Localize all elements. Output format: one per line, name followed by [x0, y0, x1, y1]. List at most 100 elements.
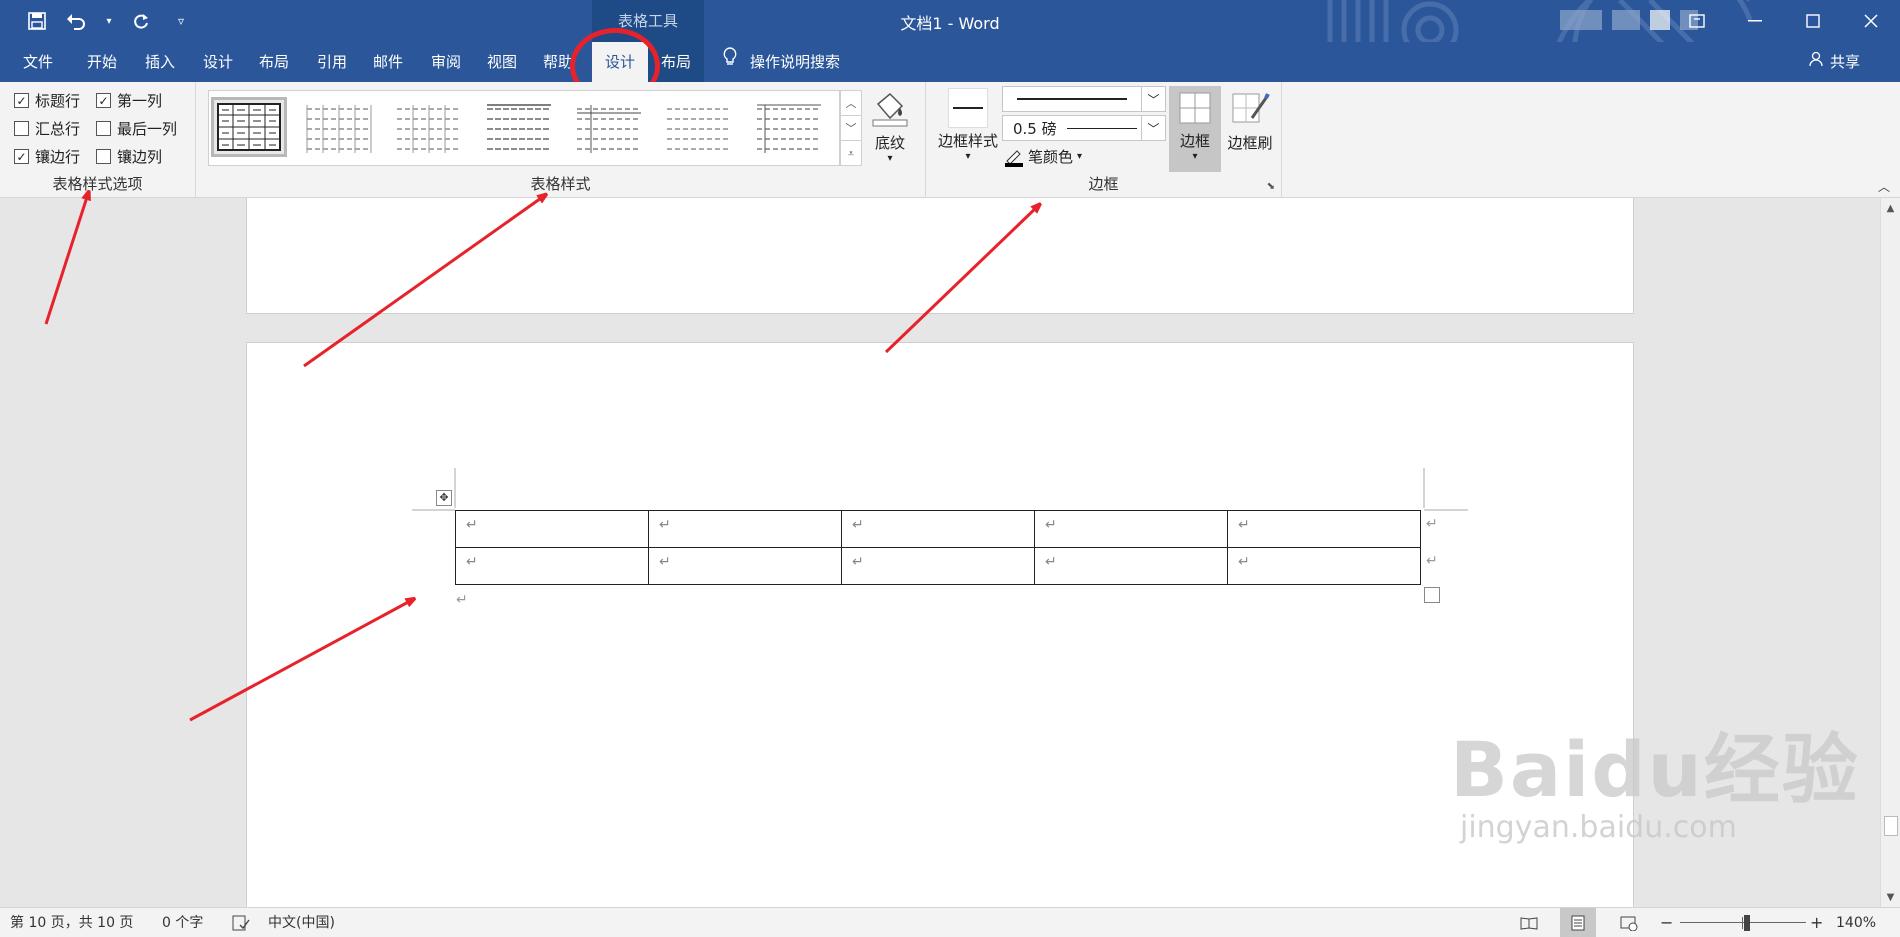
checkbox-box[interactable]: ✓ — [14, 93, 29, 108]
tab-mailings[interactable]: 邮件 — [362, 42, 414, 82]
table-style-thumb[interactable] — [481, 97, 557, 157]
table-cell[interactable]: ↵ — [841, 510, 1035, 548]
table-cell[interactable]: ↵ — [1034, 510, 1228, 548]
document-table[interactable]: ↵ ↵ ↵ ↵ ↵ ↵ ↵ ↵ ↵ ↵ — [455, 510, 1421, 585]
collapse-ribbon-icon[interactable]: ︿ — [1878, 178, 1890, 195]
scroll-down-icon[interactable]: ▼ — [1881, 887, 1900, 907]
table-cell[interactable]: ↵ — [455, 510, 649, 548]
line-style-preview — [1017, 98, 1127, 100]
table-cell[interactable]: ↵ — [841, 547, 1035, 585]
table-row: ↵ ↵ ↵ ↵ ↵ — [455, 547, 1421, 585]
minimize-icon[interactable] — [1726, 0, 1784, 42]
gallery-down-icon[interactable]: ﹀ — [841, 116, 861, 141]
checkbox-last-column[interactable]: 最后一列 — [96, 118, 177, 139]
web-layout-icon[interactable] — [1620, 908, 1638, 937]
borders-button[interactable]: 边框 ▾ — [1169, 86, 1221, 172]
gallery-up-icon[interactable]: ︿ — [841, 91, 861, 116]
table-cell[interactable]: ↵ — [1034, 547, 1228, 585]
close-icon[interactable] — [1842, 0, 1900, 42]
tab-view[interactable]: 视图 — [476, 42, 528, 82]
word-count[interactable]: 0 个字 — [162, 908, 203, 937]
maximize-icon[interactable] — [1784, 0, 1842, 42]
checkbox-banded-rows[interactable]: ✓ 镶边行 — [14, 146, 80, 167]
border-painter-button[interactable]: 边框刷 — [1222, 88, 1278, 153]
shading-button[interactable]: 底纹 ▾ — [866, 90, 914, 164]
zoom-track — [1680, 922, 1806, 923]
checkbox-box[interactable] — [96, 149, 111, 164]
group-label: 表格样式选项 — [52, 175, 143, 193]
zoom-level[interactable]: 140% — [1836, 908, 1876, 937]
share-button[interactable]: 共享 — [1808, 42, 1860, 82]
pen-color-button[interactable]: 笔颜色 ▾ — [1004, 146, 1082, 167]
page-count[interactable]: 第 10 页，共 10 页 — [10, 908, 133, 937]
tab-review[interactable]: 审阅 — [420, 42, 472, 82]
pen-icon — [1005, 149, 1023, 167]
tab-references[interactable]: 引用 — [306, 42, 358, 82]
checkbox-total-row[interactable]: 汇总行 — [14, 118, 80, 139]
zoom-thumb[interactable] — [1744, 915, 1750, 931]
tab-design[interactable]: 设计 — [192, 42, 244, 82]
chevron-down-icon[interactable]: ﹀ — [1141, 116, 1165, 140]
chevron-down-icon: ▾ — [887, 153, 893, 164]
zoom-out-icon[interactable]: − — [1660, 908, 1673, 937]
shading-label: 底纹 — [874, 134, 905, 152]
tab-insert[interactable]: 插入 — [134, 42, 186, 82]
line-weight-select[interactable]: 0.5 磅 ﹀ — [1002, 115, 1166, 141]
vertical-scrollbar[interactable]: ▲ ▼ — [1880, 198, 1900, 907]
group-label: 表格样式 — [530, 175, 591, 193]
status-bar: 第 10 页，共 10 页 0 个字 中文(中国) − + 140% — [0, 907, 1900, 937]
checkbox-box[interactable] — [96, 121, 111, 136]
page-current[interactable] — [246, 342, 1634, 907]
checkbox-box[interactable] — [14, 121, 29, 136]
table-move-handle-icon[interactable]: ✥ — [436, 490, 452, 506]
table-style-thumb[interactable] — [751, 97, 827, 157]
table-cell[interactable]: ↵ — [648, 510, 842, 548]
borders-label: 边框 — [1179, 132, 1210, 150]
watermark-logo: Baidu经验 — [1450, 725, 1860, 814]
gallery-more-icon[interactable]: ⩡ — [841, 141, 861, 166]
proofing-icon[interactable] — [232, 908, 250, 937]
language-indicator[interactable]: 中文(中国) — [268, 908, 335, 937]
zoom-slider[interactable] — [1680, 908, 1806, 937]
checkbox-banded-columns[interactable]: 镶边列 — [96, 146, 162, 167]
line-style-select[interactable]: ﹀ — [1002, 86, 1166, 112]
page-previous — [246, 198, 1634, 314]
border-styles-button[interactable]: 边框样式 ▾ — [936, 88, 1000, 162]
line-weight-preview — [1066, 127, 1137, 129]
row-end-mark: ↵ — [1426, 516, 1438, 532]
checkbox-box[interactable]: ✓ — [14, 149, 29, 164]
table-style-thumb[interactable] — [571, 97, 647, 157]
table-row: ↵ ↵ ↵ ↵ ↵ — [455, 510, 1421, 548]
dialog-launcher-icon[interactable]: ⬊ — [1267, 181, 1275, 192]
table-resize-handle[interactable] — [1424, 587, 1440, 603]
table-style-thumb[interactable] — [301, 97, 377, 157]
chevron-down-icon[interactable]: ﹀ — [1141, 87, 1165, 111]
tell-me-search[interactable]: 操作说明搜索 — [722, 42, 840, 82]
table-cell[interactable]: ↵ — [1227, 510, 1421, 548]
checkbox-first-column[interactable]: ✓ 第一列 — [96, 90, 162, 111]
tab-file[interactable]: 文件 — [12, 42, 64, 82]
table-cell[interactable]: ↵ — [455, 547, 649, 585]
checkbox-label: 最后一列 — [117, 120, 178, 138]
scroll-thumb[interactable] — [1884, 816, 1898, 836]
table-style-thumb[interactable] — [391, 97, 467, 157]
checkbox-label: 镶边列 — [117, 148, 163, 166]
table-styles-gallery — [208, 90, 840, 166]
zoom-in-icon[interactable]: + — [1810, 908, 1823, 937]
checkbox-header-row[interactable]: ✓ 标题行 — [14, 90, 80, 111]
tab-home[interactable]: 开始 — [76, 42, 128, 82]
table-cell[interactable]: ↵ — [1227, 547, 1421, 585]
group-table-style-options: ✓ 标题行 ✓ 第一列 汇总行 最后一列 ✓ 镶边行 镶边列 表格样式选项 — [0, 82, 196, 198]
read-mode-icon[interactable] — [1520, 908, 1538, 937]
title-bar: ▾ ▿ 表格工具 文档1 - Word — [0, 0, 1900, 82]
table-style-thumb[interactable] — [211, 97, 287, 157]
checkbox-box[interactable]: ✓ — [96, 93, 111, 108]
scroll-up-icon[interactable]: ▲ — [1881, 198, 1900, 218]
ribbon-display-options-icon[interactable] — [1668, 0, 1726, 42]
paragraph-mark: ↵ — [456, 592, 468, 608]
tab-layout[interactable]: 布局 — [248, 42, 300, 82]
table-style-thumb[interactable] — [661, 97, 737, 157]
table-cell[interactable]: ↵ — [648, 547, 842, 585]
paint-bucket-icon — [872, 92, 908, 127]
print-layout-icon[interactable] — [1560, 908, 1596, 937]
